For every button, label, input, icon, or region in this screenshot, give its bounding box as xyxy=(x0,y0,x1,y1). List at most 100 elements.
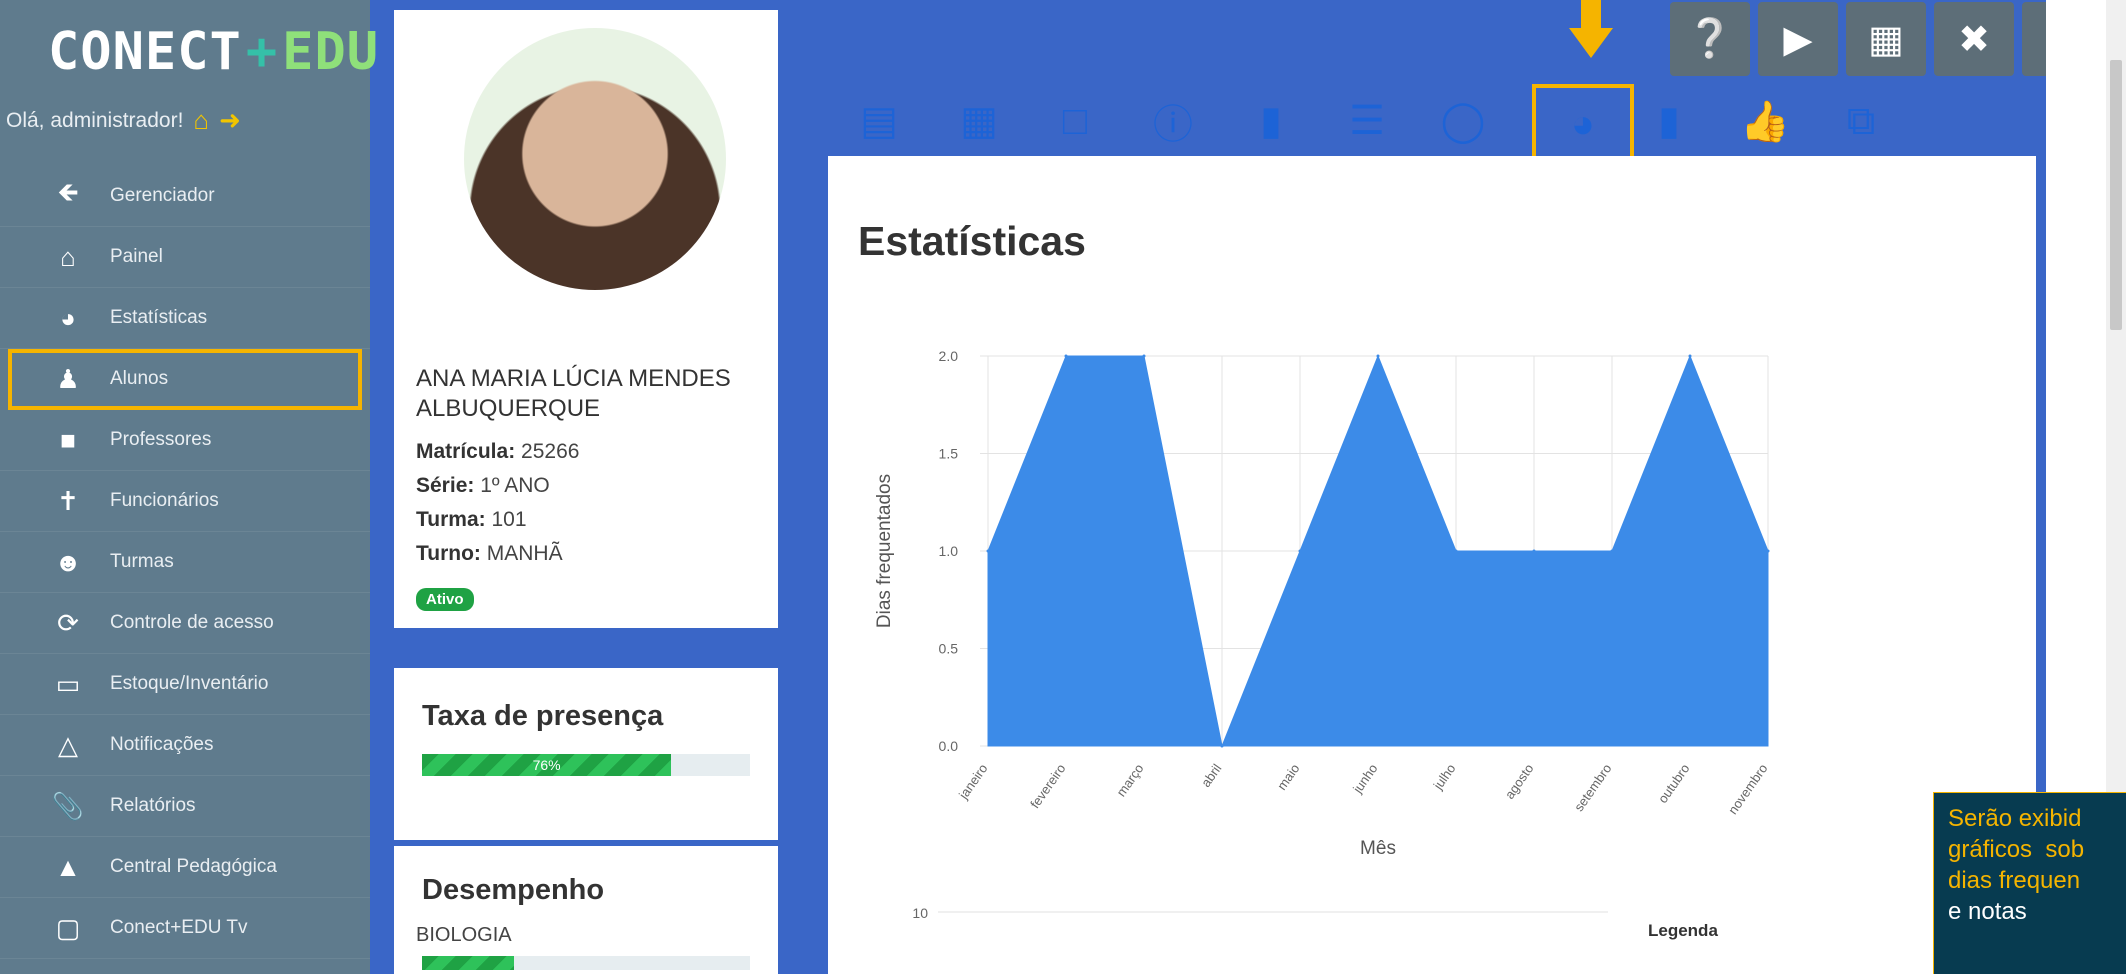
y-tick-label: 0.0 xyxy=(939,738,959,754)
arrow-left-icon: 🡸 xyxy=(57,177,79,207)
sidebar-item-estoque[interactable]: ▭ Estoque/Inventário xyxy=(0,654,370,715)
student-profile-card: ANA MARIA LÚCIA MENDES ALBUQUERQUE Matrí… xyxy=(394,10,778,628)
presence-progress: 76% xyxy=(422,754,750,776)
group-icon: ☻ xyxy=(54,546,82,577)
copy-icon[interactable]: ⧉ xyxy=(1832,92,1890,150)
paperclip-icon: 📎 xyxy=(51,790,85,821)
data-point xyxy=(1142,354,1146,358)
thumbs-up-icon[interactable]: 👍 xyxy=(1736,92,1794,150)
data-point xyxy=(1766,549,1770,553)
person-icon: ✝ xyxy=(57,485,79,516)
y-tick-label: 10 xyxy=(912,905,928,921)
performance-subject: BIOLOGIA xyxy=(416,924,512,946)
x-tick-label: novembro xyxy=(1725,761,1770,817)
sidebar-item-notificacoes[interactable]: △ Notificações xyxy=(0,715,370,776)
y-tick-label: 0.5 xyxy=(939,641,959,657)
y-tick-label: 1.0 xyxy=(939,543,959,559)
data-point xyxy=(1454,549,1458,553)
student-turma: Turma: 101 xyxy=(416,508,527,531)
sidebar-item-label: Alunos xyxy=(110,368,169,389)
student-turno: Turno: MANHÃ xyxy=(416,542,563,565)
brand-logo: CONECT+EDU xyxy=(48,22,380,82)
book-icon[interactable]: ▮ xyxy=(1640,92,1698,150)
student-toolbar: ▤ ▦ □ ⓘ ▮ ☰ ◯ ◕ ▮ 👍 ⧉ xyxy=(850,84,1950,164)
sidebar-item-estatisticas[interactable]: ◕ Estatísticas xyxy=(0,288,370,349)
help-icon[interactable]: ❔ xyxy=(1670,2,1750,76)
panel-title: Estatísticas xyxy=(858,218,1086,264)
sidebar-item-label: Estoque/Inventário xyxy=(110,673,269,694)
laptop-icon: ▭ xyxy=(55,668,81,699)
sidebar-item-label: Conect+EDU Tv xyxy=(110,917,248,938)
x-tick-label: setembro xyxy=(1571,761,1614,814)
megaphone-icon[interactable]: ▶ xyxy=(1758,2,1838,76)
callout-line: e notas xyxy=(1948,898,2027,925)
greeting: Olá, administrador! ⌂ ➜ xyxy=(6,105,241,136)
data-point xyxy=(1688,354,1692,358)
user-icon: ♟ xyxy=(56,363,80,394)
sidebar-item-painel[interactable]: ⌂ Painel xyxy=(0,227,370,288)
sidebar-item-turmas[interactable]: ☻ Turmas xyxy=(0,532,370,593)
data-point xyxy=(1220,744,1224,748)
sidebar-item-gerenciador[interactable]: 🡸 Gerenciador xyxy=(0,166,370,227)
info-callout: Serão exibid gráficos sob dias frequen e… xyxy=(1933,792,2126,974)
sidebar-menu: 🡸 Gerenciador ⌂ Painel ◕ Estatísticas ♟ … xyxy=(0,166,370,959)
home-icon: ⌂ xyxy=(60,241,76,272)
sidebar-item-label: Estatísticas xyxy=(110,307,208,328)
x-tick-label: janeiro xyxy=(955,761,990,802)
x-tick-label: março xyxy=(1113,761,1146,799)
sidebar-item-label: Professores xyxy=(110,429,212,450)
data-point xyxy=(1610,549,1614,553)
grades-chart: 10 Legenda xyxy=(912,905,1718,940)
sidebar-item-alunos[interactable]: ♟ Alunos xyxy=(8,349,362,410)
student-matricula: Matrícula: 25266 xyxy=(416,440,580,463)
data-point xyxy=(1064,354,1068,358)
refresh-icon: ⟳ xyxy=(57,607,79,638)
calendar-icon[interactable]: ▦ xyxy=(950,92,1008,150)
callout-line: gráficos sob xyxy=(1948,836,2085,863)
book-icon[interactable]: ▮ xyxy=(1242,92,1300,150)
list-icon[interactable]: ☰ xyxy=(1338,92,1396,150)
greeting-text: Olá, administrador! xyxy=(6,108,184,132)
sidebar-item-professores[interactable]: ■ Professores xyxy=(0,410,370,471)
attendance-area xyxy=(987,354,1769,748)
down-arrow-indicator xyxy=(1569,0,1613,58)
note-icon[interactable]: □ xyxy=(1046,92,1104,150)
sidebar-item-relatorios[interactable]: 📎 Relatórios xyxy=(0,776,370,837)
pie-chart-icon[interactable]: ◕ xyxy=(1532,84,1634,164)
presence-card: Taxa de presença 76% xyxy=(394,668,778,840)
comment-icon[interactable]: ◯ xyxy=(1434,92,1492,150)
sidebar-item-label: Painel xyxy=(110,246,163,267)
callout-line: Serão exibid xyxy=(1948,805,2082,832)
x-tick-label: junho xyxy=(1349,761,1380,796)
graduation-cap-icon: ▲ xyxy=(55,851,81,882)
logout-icon[interactable]: ➜ xyxy=(219,105,241,136)
legend-title: Legenda xyxy=(1648,921,1718,940)
top-right-buttons: ❔ ▶ ▦ ✖ ⚠ xyxy=(1670,2,2102,78)
sidebar-item-conect-edu-tv[interactable]: ▢ Conect+EDU Tv xyxy=(0,898,370,959)
y-tick-label: 2.0 xyxy=(939,348,959,364)
sidebar-item-central-pedagogica[interactable]: ▲ Central Pedagógica xyxy=(0,837,370,898)
x-tick-label: outubro xyxy=(1655,761,1693,806)
scrollbar-thumb[interactable] xyxy=(2110,60,2122,330)
id-card-icon[interactable]: ▤ xyxy=(850,92,908,150)
student-serie: Série: 1º ANO xyxy=(416,474,550,497)
performance-progress xyxy=(422,956,750,970)
sidebar-item-funcionarios[interactable]: ✝ Funcionários xyxy=(0,471,370,532)
x-tick-label: abril xyxy=(1198,761,1224,790)
callout-line: dias frequen xyxy=(1948,867,2081,894)
student-name: ANA MARIA LÚCIA MENDES ALBUQUERQUE xyxy=(416,365,731,422)
pie-chart-icon: ◕ xyxy=(60,302,76,333)
statistics-panel: Estatísticas 0.0 0.5 1.0 1.5 2.0 janeiro fever… xyxy=(828,156,2036,974)
help-circle-icon[interactable]: ⓘ xyxy=(1144,92,1202,150)
y-tick-label: 1.5 xyxy=(939,446,959,462)
sidebar-item-label: Turmas xyxy=(110,551,174,572)
presence-progress-fill: 76% xyxy=(422,754,672,776)
books-icon[interactable]: ▦ xyxy=(1846,2,1926,76)
x-axis-label: Mês xyxy=(1360,838,1396,859)
user-remove-icon[interactable]: ✖ xyxy=(1934,2,2014,76)
home-icon[interactable]: ⌂ xyxy=(193,105,209,136)
sidebar-item-controle-de-acesso[interactable]: ⟳ Controle de acesso xyxy=(0,593,370,654)
x-tick-label: fevereiro xyxy=(1027,761,1068,811)
sidebar-item-label: Funcionários xyxy=(110,490,219,511)
sidebar-item-label: Gerenciador xyxy=(110,185,215,206)
